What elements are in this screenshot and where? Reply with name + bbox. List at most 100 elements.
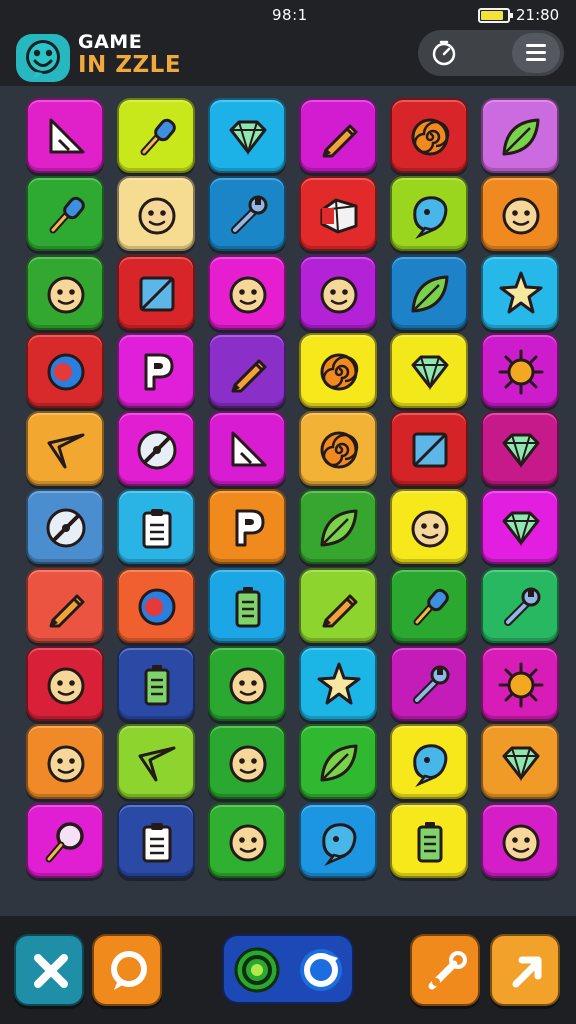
puzzle-tile[interactable] xyxy=(299,567,377,643)
face-icon xyxy=(229,276,267,314)
puzzle-tile[interactable] xyxy=(208,646,286,722)
puzzle-tile[interactable] xyxy=(481,489,559,565)
puzzle-tile[interactable] xyxy=(481,802,559,878)
brush-icon xyxy=(49,197,85,234)
puzzle-tile[interactable] xyxy=(117,646,195,722)
circle-icon xyxy=(138,588,176,626)
puzzle-tile[interactable] xyxy=(26,724,104,800)
refresh-icon[interactable] xyxy=(296,945,346,995)
puzzle-tile[interactable] xyxy=(299,802,377,878)
puzzle-tile[interactable] xyxy=(481,176,559,252)
battery-icon xyxy=(417,821,443,863)
puzzle-tile[interactable] xyxy=(208,724,286,800)
puzzle-tile[interactable] xyxy=(299,489,377,565)
puzzle-tile[interactable] xyxy=(299,411,377,487)
puzzle-tile[interactable] xyxy=(481,98,559,173)
blob-icon xyxy=(413,744,448,788)
puzzle-tile[interactable] xyxy=(390,567,468,643)
leaf-icon xyxy=(320,744,358,782)
status-right-text: 21:80 xyxy=(516,6,560,24)
puzzle-tile[interactable] xyxy=(26,567,104,643)
puzzle-tile[interactable] xyxy=(26,411,104,487)
target-icon[interactable] xyxy=(232,945,282,995)
puzzle-tile[interactable] xyxy=(26,802,104,878)
puzzle-tile[interactable] xyxy=(26,332,104,408)
puzzle-tile[interactable] xyxy=(208,332,286,408)
puzzle-tile[interactable] xyxy=(481,567,559,643)
status-time: 98:1 xyxy=(272,6,308,24)
hamburger-menu-icon[interactable] xyxy=(512,33,560,73)
face-icon xyxy=(502,824,540,862)
leaf-icon xyxy=(502,118,540,156)
puzzle-tile[interactable] xyxy=(117,567,195,643)
puzzle-tile[interactable] xyxy=(299,176,377,252)
face-icon xyxy=(411,510,449,548)
tool-button[interactable] xyxy=(410,934,480,1006)
puzzle-tile[interactable] xyxy=(208,176,286,252)
brush-icon xyxy=(140,118,176,156)
brush-icon xyxy=(413,588,449,626)
puzzle-tile[interactable] xyxy=(299,332,377,408)
puzzle-tile[interactable] xyxy=(208,411,286,487)
close-button[interactable] xyxy=(14,934,84,1006)
puzzle-tile[interactable] xyxy=(390,646,468,722)
puzzle-tile[interactable] xyxy=(481,411,559,487)
puzzle-tile[interactable] xyxy=(390,176,468,252)
battery-icon xyxy=(235,586,261,628)
puzzle-tile[interactable] xyxy=(26,98,104,173)
puzzle-tile[interactable] xyxy=(117,411,195,487)
puzzle-tile[interactable] xyxy=(390,489,468,565)
clipboard-icon xyxy=(142,509,172,549)
spiral-icon xyxy=(411,118,450,156)
puzzle-tile[interactable] xyxy=(390,332,468,408)
puzzle-tile[interactable] xyxy=(208,802,286,878)
spiral-icon xyxy=(320,353,359,391)
puzzle-tile[interactable] xyxy=(117,724,195,800)
puzzle-tile[interactable] xyxy=(117,332,195,408)
diamond-icon xyxy=(320,198,358,234)
timer-icon[interactable] xyxy=(430,39,458,67)
letter-p-icon xyxy=(144,353,174,391)
puzzle-tile[interactable] xyxy=(208,489,286,565)
puzzle-tile[interactable] xyxy=(26,489,104,565)
puzzle-tile[interactable] xyxy=(390,411,468,487)
blob-icon xyxy=(413,196,448,240)
puzzle-tile[interactable] xyxy=(481,332,559,408)
puzzle-tile[interactable] xyxy=(208,98,286,173)
puzzle-tile[interactable] xyxy=(299,98,377,173)
puzzle-tile[interactable] xyxy=(299,724,377,800)
puzzle-tile[interactable] xyxy=(208,567,286,643)
puzzle-tile[interactable] xyxy=(390,98,468,173)
puzzle-tile[interactable] xyxy=(299,254,377,330)
puzzle-tile[interactable] xyxy=(26,254,104,330)
face-icon xyxy=(47,276,85,314)
circle-icon xyxy=(47,353,85,391)
puzzle-tile[interactable] xyxy=(117,254,195,330)
puzzle-tile[interactable] xyxy=(481,646,559,722)
puzzle-tile[interactable] xyxy=(481,254,559,330)
search-button[interactable] xyxy=(92,934,162,1006)
arrow-icon xyxy=(47,433,85,469)
square-icon xyxy=(139,276,175,312)
face-icon xyxy=(229,667,267,705)
puzzle-tile[interactable] xyxy=(26,646,104,722)
puzzle-tile[interactable] xyxy=(390,802,468,878)
puzzle-tile[interactable] xyxy=(390,724,468,800)
next-button[interactable] xyxy=(490,934,560,1006)
puzzle-tile[interactable] xyxy=(117,802,195,878)
puzzle-tile[interactable] xyxy=(26,176,104,252)
gem-icon xyxy=(411,355,449,391)
puzzle-tile[interactable] xyxy=(481,724,559,800)
puzzle-tile[interactable] xyxy=(117,489,195,565)
puzzle-tile[interactable] xyxy=(299,646,377,722)
clipboard-icon xyxy=(142,822,172,863)
gem-icon xyxy=(502,511,540,547)
center-toggle[interactable] xyxy=(222,934,354,1004)
puzzle-tile[interactable] xyxy=(208,254,286,330)
face-icon xyxy=(138,197,176,235)
gem-icon xyxy=(502,746,540,782)
sun-icon xyxy=(498,349,544,395)
puzzle-tile[interactable] xyxy=(117,98,195,173)
puzzle-tile[interactable] xyxy=(117,176,195,252)
puzzle-tile[interactable] xyxy=(390,254,468,330)
